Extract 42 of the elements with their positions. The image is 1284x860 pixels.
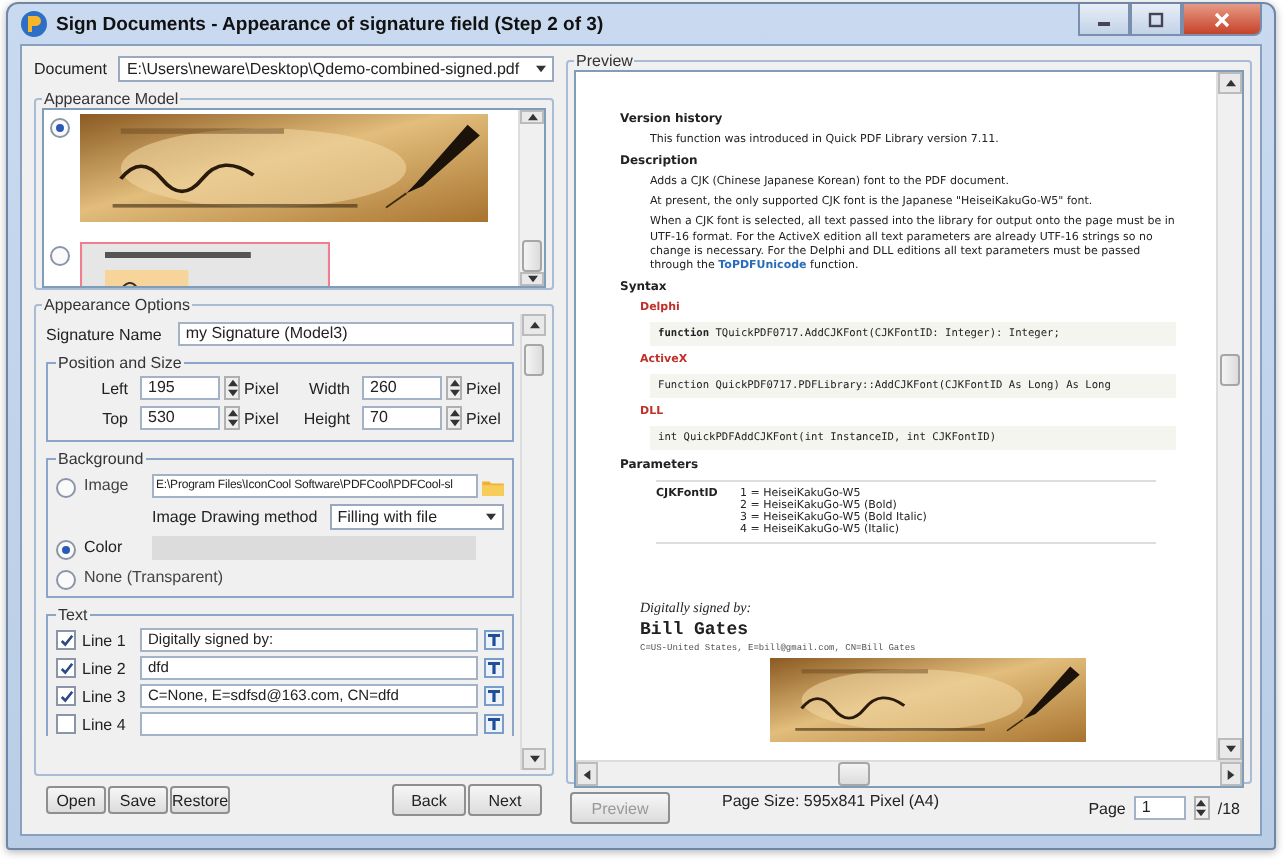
field-label: Document: [34, 59, 107, 77]
checkbox-label: Line 1: [82, 631, 128, 649]
field-label: Top: [100, 409, 128, 427]
radio-label: Color: [84, 536, 125, 560]
group-title: Appearance Options: [42, 296, 192, 314]
field-label: Page: [1088, 799, 1126, 817]
signer-name: Bill Gates: [640, 619, 751, 640]
nav-button[interactable]: Next: [468, 784, 542, 816]
toolbar-button[interactable]: Save: [108, 786, 168, 814]
toolbar-button[interactable]: Open: [46, 786, 106, 814]
radio-label: None (Transparent): [84, 566, 224, 590]
page-size-label: Page Size: 595x841 Pixel (A4): [722, 792, 940, 810]
field-label: Height: [301, 409, 350, 427]
field-label: Signature Name: [46, 325, 162, 343]
field-label: Width: [307, 379, 350, 397]
page-total: /18: [1217, 799, 1240, 817]
number-field[interactable]: 260: [362, 376, 442, 400]
document-dropdown[interactable]: E:\Users\neware\Desktop\Qdemo-combined-signed.pdf: [118, 55, 554, 81]
group-title: Appearance Model: [42, 90, 181, 108]
field-label: Left: [99, 379, 128, 397]
group-title: Text: [56, 606, 90, 624]
checkbox-label: Line 3: [82, 687, 128, 705]
field-label: Image Drawing method: [152, 508, 318, 526]
number-field[interactable]: 70: [362, 406, 442, 430]
unit-label: Pixel: [466, 379, 501, 397]
group-title: Preview: [574, 52, 635, 70]
toolbar-button[interactable]: Restore: [170, 786, 230, 814]
group-title: Background: [56, 450, 146, 468]
checkbox-label: Line 4: [82, 715, 128, 733]
number-field[interactable]: 195: [140, 376, 220, 400]
radio-label: Image: [84, 474, 131, 498]
group-title: Position and Size: [56, 354, 184, 372]
unit-label: Pixel: [244, 379, 279, 397]
signature-name-field[interactable]: my Signature (Model3): [177, 322, 514, 346]
unit-label: Pixel: [244, 409, 279, 427]
nav-button[interactable]: Back: [392, 784, 466, 816]
page-field[interactable]: 1: [1133, 796, 1186, 820]
number-field[interactable]: 530: [140, 406, 220, 430]
drawing-method-dropdown[interactable]: Filling with file: [329, 504, 504, 530]
unit-label: Pixel: [466, 409, 501, 427]
window-title: Sign Documents - Appearance of signature field (Step 2 of 3): [56, 13, 604, 35]
checkbox-label: Line 2: [82, 659, 128, 677]
